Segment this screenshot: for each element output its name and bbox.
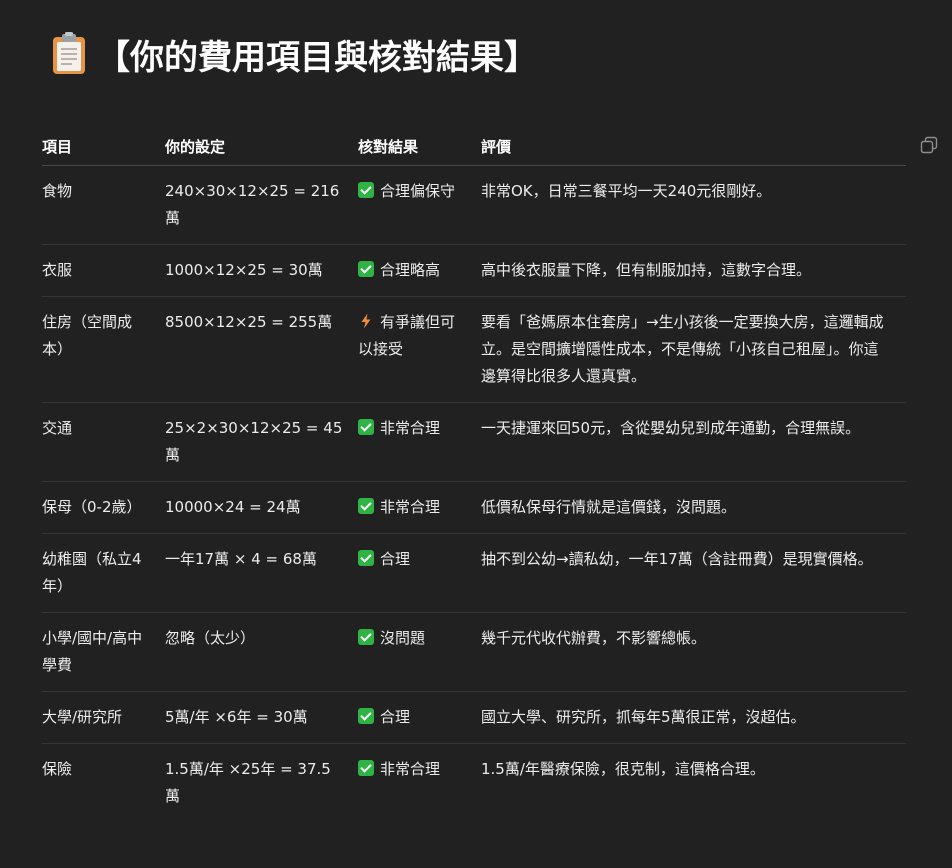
cell-setting: 1.5萬/年 ×25年 = 37.5萬 — [165, 756, 358, 810]
cell-item: 小學/國中/高中學費 — [42, 625, 165, 679]
cell-setting: 240×30×12×25 = 216萬 — [165, 178, 358, 232]
cell-setting-text: 1.5萬/年 ×25年 = 37.5萬 — [165, 760, 331, 805]
cell-setting: 1000×12×25 = 30萬 — [165, 257, 358, 284]
cell-comment-text: 1.5萬/年醫療保險，很克制，這價格合理。 — [481, 760, 765, 778]
table-row: 保險 1.5萬/年 ×25年 = 37.5萬 非常合理 1.5萬/年醫療保險，很克制，… — [42, 744, 906, 823]
cell-status: 有爭議但可以接受 — [358, 309, 481, 363]
check-icon — [358, 708, 374, 724]
cell-item-text: 保險 — [42, 760, 73, 778]
cell-status: 合理偏保守 — [358, 178, 481, 205]
column-header-comment: 評價 — [481, 128, 906, 166]
check-icon — [358, 760, 374, 776]
page-heading: 【你的費用項目與核對結果】 — [50, 28, 538, 80]
cell-item: 食物 — [42, 178, 165, 205]
cell-item-text: 小學/國中/高中學費 — [42, 629, 143, 674]
cell-setting-text: 240×30×12×25 = 216萬 — [165, 182, 340, 227]
cell-comment: 高中後衣服量下降，但有制服加持，這數字合理。 — [481, 257, 906, 284]
cell-setting-text: 一年17萬 × 4 = 68萬 — [165, 550, 317, 568]
cell-status-text: 沒問題 — [380, 629, 426, 647]
cell-setting-text: 8500×12×25 = 255萬 — [165, 313, 333, 331]
page-title: 【你的費用項目與核對結果】 — [96, 37, 538, 78]
cell-status-text: 合理略高 — [380, 261, 441, 279]
cell-item-text: 衣服 — [42, 261, 73, 279]
check-icon — [358, 419, 374, 435]
cell-setting: 25×2×30×12×25 = 45萬 — [165, 415, 358, 469]
cell-comment-text: 要看「爸媽原本住套房」→生小孩後一定要換大房，這邏輯成立。是空間擴增隱性成本，不… — [481, 313, 884, 385]
cell-item-text: 幼稚園（私立4年） — [42, 550, 142, 595]
cell-item-text: 大學/研究所 — [42, 708, 123, 726]
cell-comment-text: 抽不到公幼→讀私幼，一年17萬（含註冊費）是現實價格。 — [481, 550, 873, 568]
cell-status-text: 合理 — [380, 550, 411, 568]
cell-setting-text: 10000×24 = 24萬 — [165, 498, 301, 516]
table-row: 住房（空間成本） 8500×12×25 = 255萬 有爭議但可以接受 要看「爸媽原本… — [42, 296, 906, 403]
check-icon — [358, 629, 374, 645]
cell-item-text: 食物 — [42, 182, 73, 200]
cell-status: 非常合理 — [358, 415, 481, 442]
cell-comment: 抽不到公幼→讀私幼，一年17萬（含註冊費）是現實價格。 — [481, 546, 906, 573]
cell-comment: 低價私保母行情就是這價錢，沒問題。 — [481, 494, 906, 521]
cell-comment: 1.5萬/年醫療保險，很克制，這價格合理。 — [481, 756, 906, 783]
cost-table: 項目 你的設定 核對結果 評價 食物 240×30×12×25 = 216萬 合理偏… — [42, 128, 906, 822]
cell-setting-text: 1000×12×25 = 30萬 — [165, 261, 323, 279]
cell-comment: 國立大學、研究所，抓每年5萬很正常，沒超估。 — [481, 704, 906, 731]
cell-comment-text: 國立大學、研究所，抓每年5萬很正常，沒超估。 — [481, 708, 806, 726]
cell-setting: 一年17萬 × 4 = 68萬 — [165, 546, 358, 573]
table-header-row: 項目 你的設定 核對結果 評價 — [42, 128, 906, 166]
cell-comment: 非常OK，日常三餐平均一天240元很剛好。 — [481, 178, 906, 205]
cell-comment-text: 幾千元代收代辦費，不影響總帳。 — [481, 629, 707, 647]
check-icon — [358, 261, 374, 277]
cell-comment-text: 低價私保母行情就是這價錢，沒問題。 — [481, 498, 737, 516]
cell-item: 住房（空間成本） — [42, 309, 165, 363]
column-header-setting: 你的設定 — [165, 128, 358, 166]
cell-setting-text: 25×2×30×12×25 = 45萬 — [165, 419, 343, 464]
cell-comment: 一天捷運來回50元，含從嬰幼兒到成年通勤，合理無誤。 — [481, 415, 906, 442]
clipboard-icon — [53, 32, 85, 74]
table-row: 小學/國中/高中學費 忽略（太少） 沒問題 幾千元代收代辦費，不影響總帳。 — [42, 612, 906, 692]
cell-comment: 幾千元代收代辦費，不影響總帳。 — [481, 625, 906, 652]
check-icon — [358, 550, 374, 566]
table-row: 衣服 1000×12×25 = 30萬 合理略高 高中後衣服量下降，但有制服加持，這數… — [42, 244, 906, 297]
cell-item: 大學/研究所 — [42, 704, 165, 731]
table-row: 交通 25×2×30×12×25 = 45萬 非常合理 一天捷運來回50元，含從嬰幼兒… — [42, 402, 906, 482]
cell-status: 合理略高 — [358, 257, 481, 284]
check-icon — [358, 182, 374, 198]
cell-setting: 10000×24 = 24萬 — [165, 494, 358, 521]
cell-item: 保母（0-2歲） — [42, 494, 165, 521]
cell-item: 衣服 — [42, 257, 165, 284]
cell-item-text: 住房（空間成本） — [42, 313, 133, 358]
cell-item: 保險 — [42, 756, 165, 783]
cell-status: 合理 — [358, 704, 481, 731]
table-row: 食物 240×30×12×25 = 216萬 合理偏保守 非常OK，日常三餐平均一天2… — [42, 165, 906, 245]
table-row: 保母（0-2歲） 10000×24 = 24萬 非常合理 低價私保母行情就是這價錢，沒… — [42, 481, 906, 534]
lightning-icon — [361, 313, 371, 329]
column-header-status: 核對結果 — [358, 128, 481, 166]
cell-setting: 5萬/年 ×6年 = 30萬 — [165, 704, 358, 731]
cell-comment: 要看「爸媽原本住套房」→生小孩後一定要換大房，這邏輯成立。是空間擴增隱性成本，不… — [481, 309, 906, 390]
cell-status-text: 非常合理 — [380, 760, 441, 778]
column-header-item: 項目 — [42, 128, 165, 166]
cell-status-text: 合理 — [380, 708, 411, 726]
cell-status-text: 合理偏保守 — [380, 182, 456, 200]
cell-status: 沒問題 — [358, 625, 481, 652]
cell-status-text: 非常合理 — [380, 419, 441, 437]
cell-comment-text: 一天捷運來回50元，含從嬰幼兒到成年通勤，合理無誤。 — [481, 419, 861, 437]
cell-status: 非常合理 — [358, 756, 481, 783]
cell-item: 交通 — [42, 415, 165, 442]
cell-item-text: 交通 — [42, 419, 73, 437]
copy-icon[interactable] — [920, 136, 938, 154]
table-row: 幼稚園（私立4年） 一年17萬 × 4 = 68萬 合理 抽不到公幼→讀私幼，一年17… — [42, 533, 906, 613]
cell-setting: 忽略（太少） — [165, 625, 358, 652]
table-row: 大學/研究所 5萬/年 ×6年 = 30萬 合理 國立大學、研究所，抓每年5萬很正常，… — [42, 691, 906, 744]
cell-setting-text: 5萬/年 ×6年 = 30萬 — [165, 708, 308, 726]
cell-item-text: 保母（0-2歲） — [42, 498, 142, 516]
cell-status-text: 非常合理 — [380, 498, 441, 516]
cell-status: 非常合理 — [358, 494, 481, 521]
cell-status: 合理 — [358, 546, 481, 573]
cell-item: 幼稚園（私立4年） — [42, 546, 165, 600]
cell-setting-text: 忽略（太少） — [165, 629, 256, 647]
cell-comment-text: 非常OK，日常三餐平均一天240元很剛好。 — [481, 182, 772, 200]
cell-comment-text: 高中後衣服量下降，但有制服加持，這數字合理。 — [481, 261, 812, 279]
cell-setting: 8500×12×25 = 255萬 — [165, 309, 358, 336]
check-icon — [358, 498, 374, 514]
